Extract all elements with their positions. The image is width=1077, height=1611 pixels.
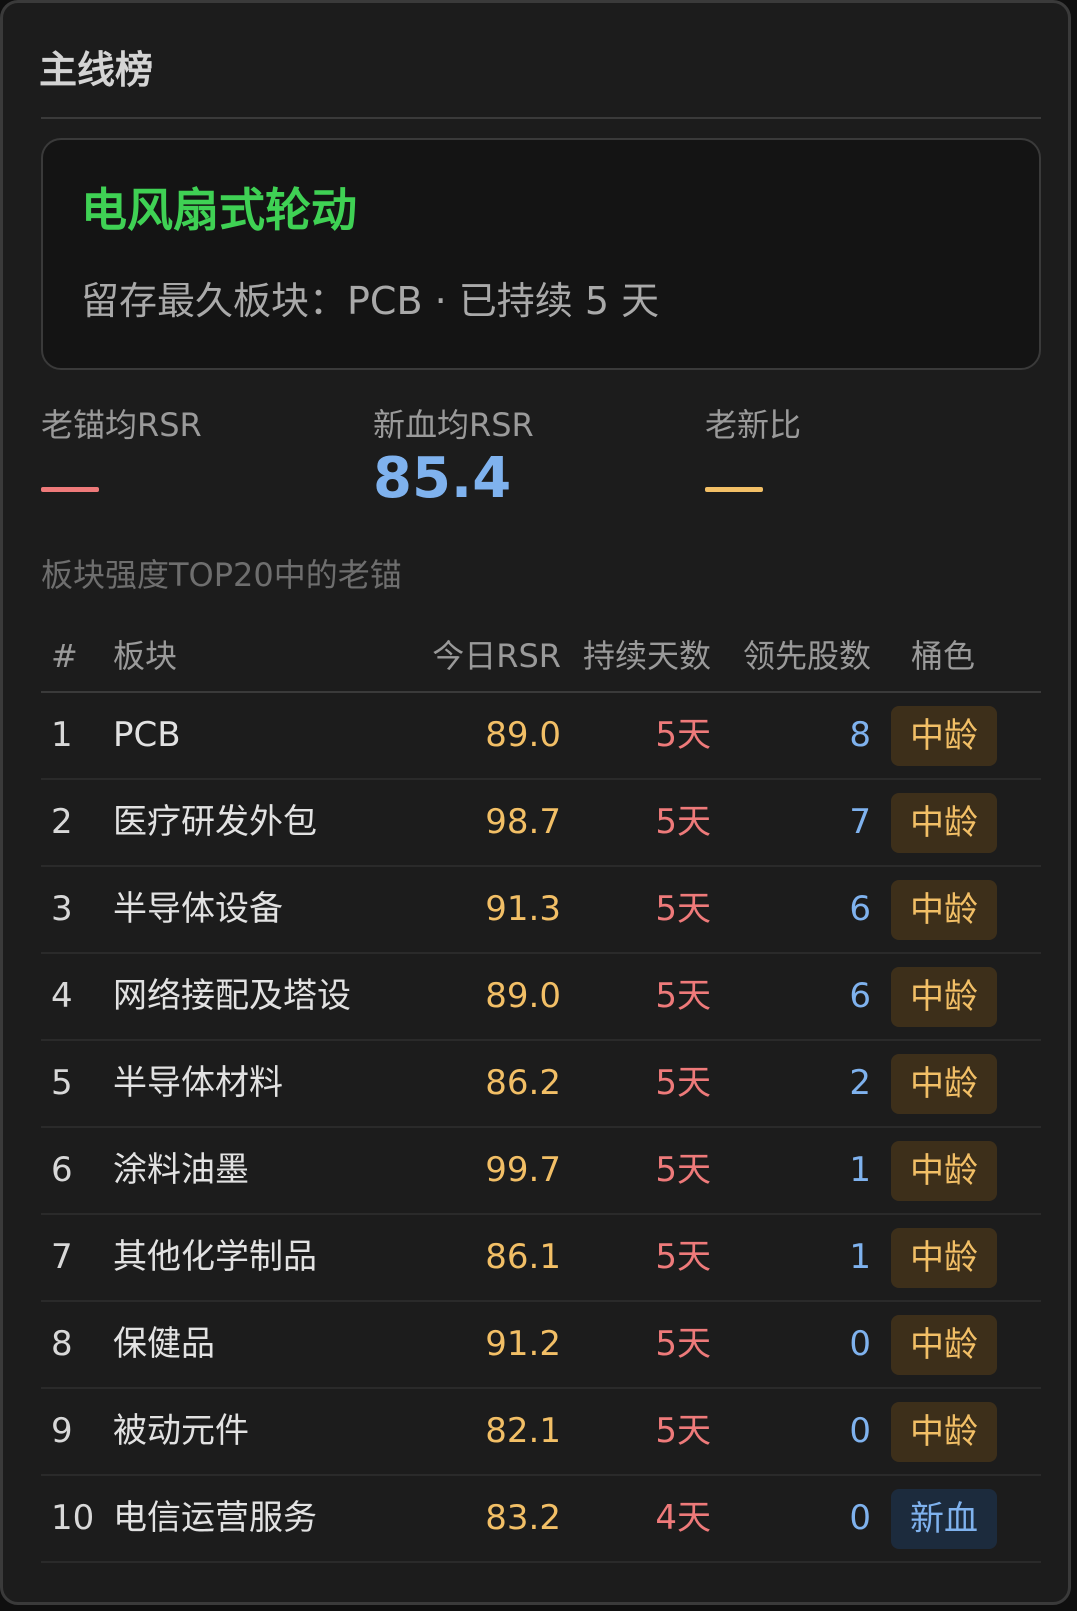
row-sector-name: 半导体材料 — [113, 1063, 283, 1103]
col-header-bucket: 桶色 — [911, 637, 976, 675]
stat-label: 老新比 — [705, 406, 802, 444]
col-header-rank: # — [51, 637, 78, 675]
col-header-sector: 板块 — [113, 637, 178, 675]
row-days: 5天 — [655, 1063, 711, 1103]
bucket-badge: 中龄 — [891, 1054, 997, 1114]
row-rsr: 86.2 — [485, 1063, 561, 1103]
bucket-badge: 中龄 — [891, 1228, 997, 1288]
row-rank: 1 — [51, 715, 73, 755]
stat-label: 老锚均RSR — [41, 406, 202, 444]
bucket-badge: 中龄 — [891, 1402, 997, 1462]
row-rsr: 91.3 — [485, 889, 561, 929]
bucket-badge: 中龄 — [891, 880, 997, 940]
row-sector-name: 被动元件 — [113, 1411, 249, 1451]
row-rsr: 89.0 — [485, 715, 561, 755]
row-sector-name: 保健品 — [113, 1324, 215, 1364]
stat-empty-dash — [41, 487, 99, 492]
table-body: 1 PCB 89.0 5天 8 中龄 2 医疗研发外包 98.7 5天 7 中龄 3 半导体设备 91.3 5… — [41, 693, 1041, 1563]
row-leaders: 0 — [849, 1324, 871, 1364]
rotation-pattern-title: 电风扇式轮动 — [81, 183, 357, 237]
row-rank: 10 — [51, 1498, 95, 1538]
stat-value: 85.4 — [373, 446, 512, 511]
row-sector-name: 半导体设备 — [113, 889, 283, 929]
table-row[interactable]: 10 电信运营服务 83.2 4天 0 新血 — [41, 1476, 1041, 1563]
bucket-badge: 新血 — [891, 1489, 997, 1549]
row-days: 5天 — [655, 802, 711, 842]
table-row[interactable]: 3 半导体设备 91.3 5天 6 中龄 — [41, 867, 1041, 954]
row-sector-name: 电信运营服务 — [113, 1498, 317, 1538]
row-rank: 9 — [51, 1411, 73, 1451]
bucket-badge: 中龄 — [891, 793, 997, 853]
row-leaders: 2 — [849, 1063, 871, 1103]
bucket-badge: 中龄 — [891, 1141, 997, 1201]
row-leaders: 1 — [849, 1150, 871, 1190]
row-rsr: 86.1 — [485, 1237, 561, 1277]
bucket-badge: 中龄 — [891, 1315, 997, 1375]
row-days: 5天 — [655, 1150, 711, 1190]
row-rank: 6 — [51, 1150, 73, 1190]
row-rank: 7 — [51, 1237, 73, 1277]
stat-old-anchor-rsr: 老锚均RSR — [41, 403, 202, 492]
row-leaders: 1 — [849, 1237, 871, 1277]
row-days: 4天 — [655, 1498, 711, 1538]
row-rsr: 82.1 — [485, 1411, 561, 1451]
row-leaders: 0 — [849, 1411, 871, 1451]
main-line-board-panel: 主线榜 电风扇式轮动 留存最久板块：PCB · 已持续 5 天 老锚均RSR 新… — [0, 0, 1071, 1605]
row-rank: 4 — [51, 976, 73, 1016]
stat-new-blood-rsr: 新血均RSR 85.4 — [373, 403, 534, 511]
table-row[interactable]: 6 涂料油墨 99.7 5天 1 中龄 — [41, 1128, 1041, 1215]
table-row[interactable]: 5 半导体材料 86.2 5天 2 中龄 — [41, 1041, 1041, 1128]
row-sector-name: 网络接配及塔设 — [113, 976, 351, 1016]
bucket-badge: 中龄 — [891, 967, 997, 1027]
table-header: # 板块 今日RSR 持续天数 领先股数 桶色 — [41, 621, 1041, 693]
table-row[interactable]: 8 保健品 91.2 5天 0 中龄 — [41, 1302, 1041, 1389]
stat-label: 新血均RSR — [373, 406, 534, 444]
anchor-table: # 板块 今日RSR 持续天数 领先股数 桶色 1 PCB 89.0 5天 8 中龄 2 医疗… — [41, 621, 1041, 1563]
panel-title: 主线榜 — [39, 48, 154, 92]
row-rsr: 83.2 — [485, 1498, 561, 1538]
row-rsr: 89.0 — [485, 976, 561, 1016]
col-header-days: 持续天数 — [582, 637, 711, 675]
row-sector-name: PCB — [113, 715, 181, 755]
row-days: 5天 — [655, 715, 711, 755]
table-row[interactable]: 4 网络接配及塔设 89.0 5天 6 中龄 — [41, 954, 1041, 1041]
row-rsr: 98.7 — [485, 802, 561, 842]
row-leaders: 6 — [849, 889, 871, 929]
row-sector-name: 涂料油墨 — [113, 1150, 249, 1190]
table-row[interactable]: 2 医疗研发外包 98.7 5天 7 中龄 — [41, 780, 1041, 867]
summary-card: 电风扇式轮动 留存最久板块：PCB · 已持续 5 天 — [41, 138, 1041, 370]
row-sector-name: 医疗研发外包 — [113, 802, 317, 842]
row-rank: 8 — [51, 1324, 73, 1364]
row-days: 5天 — [655, 1324, 711, 1364]
row-leaders: 6 — [849, 976, 871, 1016]
row-rank: 3 — [51, 889, 73, 929]
stat-empty-dash — [705, 487, 763, 492]
row-days: 5天 — [655, 976, 711, 1016]
row-rsr: 99.7 — [485, 1150, 561, 1190]
table-row[interactable]: 7 其他化学制品 86.1 5天 1 中龄 — [41, 1215, 1041, 1302]
row-days: 5天 — [655, 889, 711, 929]
row-rank: 5 — [51, 1063, 73, 1103]
row-days: 5天 — [655, 1237, 711, 1277]
header-divider — [41, 117, 1041, 119]
row-leaders: 7 — [849, 802, 871, 842]
row-days: 5天 — [655, 1411, 711, 1451]
row-leaders: 8 — [849, 715, 871, 755]
bucket-badge: 中龄 — [891, 706, 997, 766]
row-rank: 2 — [51, 802, 73, 842]
row-leaders: 0 — [849, 1498, 871, 1538]
stat-old-new-ratio: 老新比 — [705, 403, 801, 492]
col-header-leaders: 领先股数 — [742, 637, 871, 675]
row-rsr: 91.2 — [485, 1324, 561, 1364]
table-row[interactable]: 9 被动元件 82.1 5天 0 中龄 — [41, 1389, 1041, 1476]
longest-sector-text: 留存最久板块：PCB · 已持续 5 天 — [81, 279, 660, 323]
table-row[interactable]: 1 PCB 89.0 5天 8 中龄 — [41, 693, 1041, 780]
row-sector-name: 其他化学制品 — [113, 1237, 317, 1277]
col-header-rsr: 今日RSR — [432, 637, 561, 675]
section-label: 板块强度TOP20中的老锚 — [41, 556, 402, 594]
